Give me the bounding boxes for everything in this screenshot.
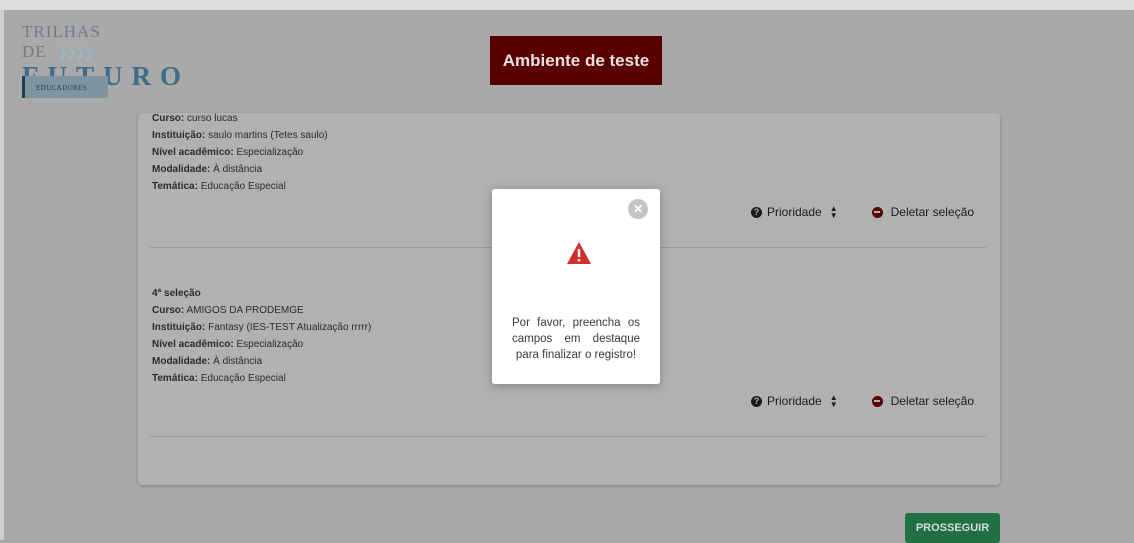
question-circle-icon[interactable]: ?	[750, 206, 762, 218]
selection-actions: ? Prioridade ▲ ▼ Deletar seleção	[750, 394, 974, 409]
curso-value: curso lucas	[187, 113, 238, 124]
sort-icon[interactable]: ▲ ▼	[830, 394, 838, 409]
question-circle-icon[interactable]: ?	[750, 395, 762, 407]
delete-selection-button[interactable]: Deletar seleção	[871, 394, 974, 408]
tematica-label: Temática:	[152, 373, 198, 384]
environment-banner: Ambiente de teste	[490, 36, 662, 85]
priority-label: Prioridade	[766, 205, 822, 219]
delete-label: Deletar seleção	[890, 394, 974, 408]
nivel-value: Especialização	[236, 339, 304, 350]
logo-badge: EDUCADORES	[22, 76, 108, 98]
top-bar	[0, 0, 1134, 10]
instituicao-label: Instituição:	[152, 322, 206, 333]
priority-control[interactable]: ? Prioridade ▲ ▼	[750, 205, 838, 220]
tematica-label: Temática:	[152, 181, 198, 192]
modalidade-label: Modalidade:	[152, 356, 211, 367]
delete-label: Deletar seleção	[890, 205, 974, 219]
tematica-value: Educação Especial	[200, 181, 286, 192]
modalidade-value: À distância	[213, 164, 263, 175]
left-edge	[0, 10, 4, 540]
curso-label: Curso:	[152, 113, 185, 124]
instituicao-value: Fantasy (IES-TEST Atualização rrrrr)	[208, 322, 372, 333]
selection-item: Curso: curso lucas Instituição: saulo ma…	[152, 110, 328, 195]
modalidade-value: À distância	[213, 356, 263, 367]
divider	[150, 436, 986, 437]
nivel-label: Nível acadêmico:	[152, 339, 234, 350]
tematica-value: Educação Especial	[200, 373, 286, 384]
close-icon[interactable]: ✕	[628, 199, 648, 219]
nivel-label: Nível acadêmico:	[152, 147, 234, 158]
modal-message: Por favor, preencha os campos em destaqu…	[512, 317, 640, 361]
minus-circle-icon	[871, 395, 883, 407]
selection-actions: ? Prioridade ▲ ▼ Deletar seleção	[750, 205, 974, 220]
instituicao-value: saulo martins (Tetes saulo)	[208, 130, 328, 141]
minus-circle-icon	[871, 206, 883, 218]
logo-badge-text: EDUCADORES	[36, 84, 88, 92]
logo[interactable]: TRILHAS DE❯❯❯❯ FUTURO EDUCADORES	[22, 22, 181, 98]
sort-icon[interactable]: ▲ ▼	[830, 205, 838, 220]
proceed-button[interactable]: PROSSEGUIR	[905, 513, 1000, 543]
delete-selection-button[interactable]: Deletar seleção	[871, 205, 974, 219]
nivel-value: Especialização	[236, 147, 304, 158]
curso-label: Curso:	[152, 305, 185, 316]
curso-value: AMIGOS DA PRODEMGE	[186, 305, 304, 316]
selection-title: 4ª seleção	[152, 288, 201, 299]
priority-control[interactable]: ? Prioridade ▲ ▼	[750, 394, 838, 409]
logo-arrows: ❯❯❯❯	[56, 46, 95, 61]
modalidade-label: Modalidade:	[152, 164, 211, 175]
priority-label: Prioridade	[766, 394, 822, 408]
selection-item: 4ª seleção Curso: AMIGOS DA PRODEMGE Ins…	[152, 285, 371, 387]
instituicao-label: Instituição:	[152, 130, 206, 141]
warning-triangle-icon	[567, 242, 591, 264]
alert-modal: ✕ Por favor, preencha os campos em desta…	[492, 189, 660, 384]
